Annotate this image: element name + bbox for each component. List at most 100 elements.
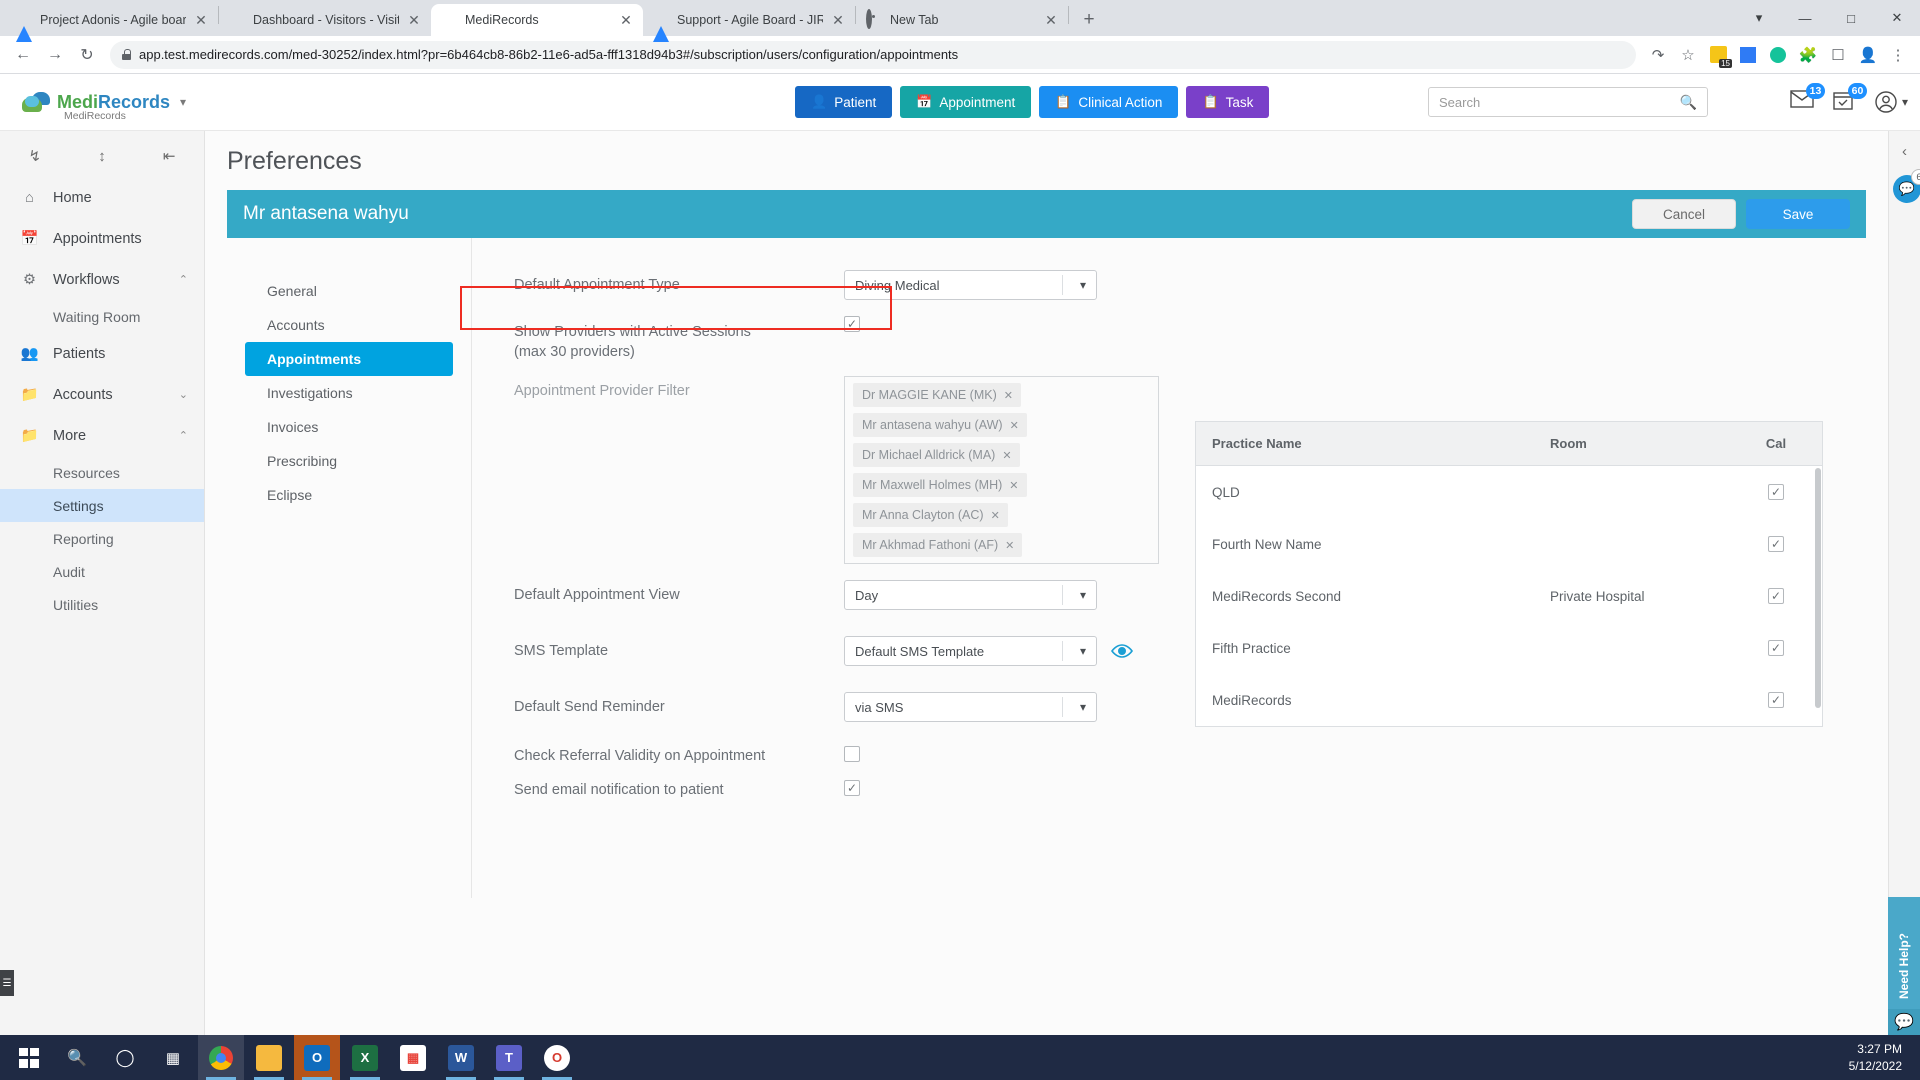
tab-prescribing[interactable]: Prescribing [245, 444, 453, 478]
collapse-icon[interactable]: ⇤ [163, 147, 176, 165]
browser-tab[interactable]: Dashboard - Visitors - Visitor list ✕ [219, 4, 431, 36]
sidebar-item-waiting-room[interactable]: Waiting Room [0, 300, 204, 333]
pin-icon[interactable]: ↯ [29, 147, 42, 165]
sms-template-select[interactable]: Default SMS Template ▾ [844, 636, 1097, 667]
chevron-down-icon[interactable]: ⌄ [179, 388, 188, 401]
chrome-icon[interactable] [198, 1035, 244, 1080]
provider-chip[interactable]: Dr Michael Alldrick (MA) ✕ [853, 443, 1020, 468]
sidebar-item-accounts[interactable]: 📁 Accounts ⌄ [0, 374, 204, 415]
browser-tab[interactable]: New Tab ✕ [856, 4, 1068, 36]
sidebar-item-workflows[interactable]: ⚙ Workflows ⌃ [0, 259, 204, 300]
sidebar-item-home[interactable]: ⌂ Home [0, 177, 204, 218]
excel-icon[interactable]: X [342, 1035, 388, 1080]
user-menu[interactable]: ▾ [1874, 90, 1908, 114]
table-row[interactable]: MediRecords ✓ [1196, 674, 1822, 726]
opera-icon[interactable]: Ο [534, 1035, 580, 1080]
search-icon[interactable]: 🔍 [54, 1035, 100, 1080]
remove-chip-icon[interactable]: ✕ [1010, 419, 1019, 432]
table-row[interactable]: Fifth Practice ✓ [1196, 622, 1822, 674]
tab-invoices[interactable]: Invoices [245, 410, 453, 444]
patient-button[interactable]: 👤 Patient [795, 86, 893, 118]
table-row[interactable]: QLD ✓ [1196, 466, 1822, 518]
extensions-puzzle-icon[interactable]: 🧩 [1794, 41, 1822, 69]
chevron-down-icon[interactable]: ▾ [180, 95, 186, 109]
close-icon[interactable]: ✕ [194, 13, 208, 27]
taskbar-clock[interactable]: 3:27 PM 5/12/2022 [1849, 1041, 1920, 1073]
teams-icon[interactable]: T [486, 1035, 532, 1080]
sidebar-item-utilities[interactable]: Utilities [0, 588, 204, 621]
mail-icon[interactable]: 13 [1790, 83, 1825, 114]
save-button[interactable]: Save [1746, 199, 1850, 229]
tab-eclipse[interactable]: Eclipse [245, 478, 453, 512]
table-row[interactable]: Fourth New Name ✓ [1196, 518, 1822, 570]
cancel-button[interactable]: Cancel [1632, 199, 1736, 229]
browser-tab[interactable]: Support - Agile Board - JIRA ✕ [643, 4, 855, 42]
close-window-button[interactable]: ✕ [1874, 4, 1920, 32]
remove-chip-icon[interactable]: ✕ [1004, 389, 1013, 402]
forward-icon[interactable]: → [40, 40, 70, 70]
provider-filter-chips[interactable]: Dr MAGGIE KANE (MK) ✕ Mr antasena wahyu … [844, 376, 1159, 565]
taskview-icon[interactable]: ▦ [150, 1035, 196, 1080]
tab-accounts[interactable]: Accounts [245, 308, 453, 342]
eye-icon[interactable] [1111, 640, 1133, 662]
grammarly-icon[interactable] [1764, 41, 1792, 69]
sidebar-item-more[interactable]: 📁 More ⌃ [0, 415, 204, 456]
sidebar-item-patients[interactable]: 👥 Patients [0, 333, 204, 374]
reload-icon[interactable]: ↻ [72, 40, 102, 70]
chrome-menu-icon[interactable]: ⋮ [1884, 41, 1912, 69]
close-icon[interactable]: ✕ [831, 13, 845, 27]
send-email-checkbox[interactable]: ✓ [844, 780, 860, 797]
maximize-button[interactable]: □ [1828, 4, 1874, 32]
store-icon[interactable]: ▦ [390, 1035, 436, 1080]
remove-chip-icon[interactable]: ✕ [991, 509, 1000, 522]
profile-chevron-icon[interactable]: ▾ [1736, 4, 1782, 32]
browser-tab-active[interactable]: MediRecords ✕ [431, 4, 643, 36]
cortana-icon[interactable]: ◯ [102, 1035, 148, 1080]
remove-chip-icon[interactable]: ✕ [1005, 539, 1014, 552]
profile-avatar-icon[interactable]: 👤 [1854, 41, 1882, 69]
sidebar-item-settings[interactable]: Settings [0, 489, 204, 522]
show-providers-checkbox[interactable]: ✓ [844, 316, 860, 332]
default-appointment-type-select[interactable]: Diving Medical ▾ [844, 270, 1097, 300]
explorer-icon[interactable] [246, 1035, 292, 1080]
cell-cal-checkbox[interactable]: ✓ [1768, 640, 1784, 656]
remove-chip-icon[interactable]: ✕ [1002, 449, 1011, 462]
remove-chip-icon[interactable]: ✕ [1009, 479, 1018, 492]
cell-cal-checkbox[interactable]: ✓ [1768, 588, 1784, 604]
bookmark-star-icon[interactable]: ☆ [1674, 41, 1702, 69]
cell-cal-checkbox[interactable]: ✓ [1768, 484, 1784, 500]
tab-general[interactable]: General [245, 274, 453, 308]
provider-chip[interactable]: Mr Akhmad Fathoni (AF) ✕ [853, 533, 1023, 558]
tasks-icon[interactable]: 60 [1832, 83, 1867, 114]
sidebar-item-reporting[interactable]: Reporting [0, 522, 204, 555]
close-icon[interactable]: ✕ [407, 13, 421, 27]
task-button[interactable]: 📋 Task [1186, 86, 1270, 118]
global-search-input[interactable]: Search 🔍 [1428, 87, 1708, 117]
word-icon[interactable]: W [438, 1035, 484, 1080]
minimize-button[interactable]: — [1782, 4, 1828, 32]
chevron-up-icon[interactable]: ⌃ [179, 429, 188, 442]
browser-tab[interactable]: Project Adonis - Agile board - JIRA ✕ [6, 4, 218, 42]
appointment-button[interactable]: 📅 Appointment [900, 86, 1032, 118]
table-row[interactable]: MediRecords Second Private Hospital ✓ [1196, 570, 1822, 622]
close-icon[interactable]: ✕ [619, 13, 633, 27]
provider-chip[interactable]: Mr antasena wahyu (AW) ✕ [853, 413, 1027, 438]
share-icon[interactable]: ↷ [1644, 41, 1672, 69]
sidebar-item-resources[interactable]: Resources [0, 456, 204, 489]
provider-chip[interactable]: Mr Maxwell Holmes (MH) ✕ [853, 473, 1027, 498]
bottom-left-tool-icon[interactable]: ☰ [0, 970, 14, 996]
close-icon[interactable]: ✕ [1044, 13, 1058, 27]
check-referral-checkbox[interactable] [844, 746, 860, 763]
start-icon[interactable] [6, 1035, 52, 1080]
chat-bubble-icon[interactable]: 💬 [1888, 1009, 1920, 1035]
grid-extension-icon[interactable] [1734, 41, 1762, 69]
provider-chip[interactable]: Dr MAGGIE KANE (MK) ✕ [853, 383, 1021, 408]
table-scrollbar[interactable] [1815, 468, 1821, 708]
new-tab-button[interactable]: + [1075, 5, 1103, 33]
resize-icon[interactable]: ↕ [98, 148, 106, 165]
cell-cal-checkbox[interactable]: ✓ [1768, 692, 1784, 708]
sidebar-item-appointments[interactable]: 📅 Appointments [0, 218, 204, 259]
clinical-action-button[interactable]: 📋 Clinical Action [1039, 86, 1179, 118]
outlook-icon[interactable]: O [294, 1035, 340, 1080]
provider-chip[interactable]: Mr Anna Clayton (AC) ✕ [853, 503, 1008, 528]
